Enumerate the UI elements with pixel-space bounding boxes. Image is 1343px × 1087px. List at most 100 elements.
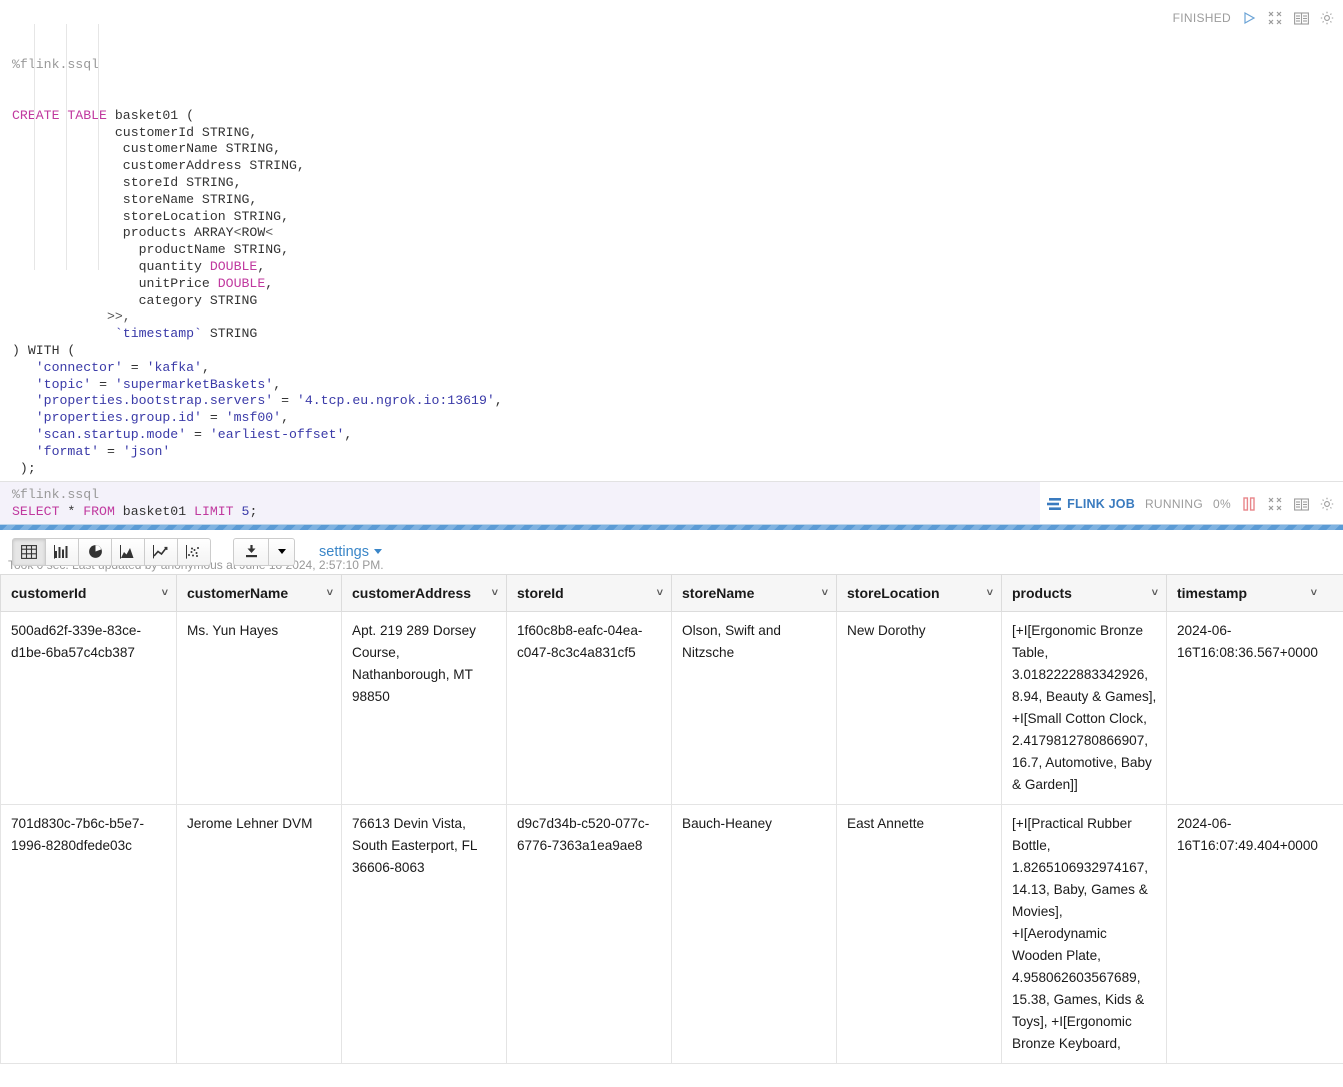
column-header-timestamp[interactable]: timestamp ˅ — [1166, 573, 1343, 612]
pie-chart-view-button[interactable] — [78, 537, 112, 566]
column-label: customerId — [11, 584, 87, 601]
code-token: 'msf00' — [225, 410, 282, 426]
pause-icon[interactable] — [1241, 496, 1257, 512]
cell-customeraddress[interactable]: Apt. 219 289 Dorsey Course, Nathanboroug… — [341, 611, 507, 805]
chevron-down-icon[interactable]: ˅ — [657, 587, 663, 599]
code-token: basket01 ( — [106, 107, 195, 123]
job-progress: 0% — [1213, 497, 1231, 511]
cell-storeid[interactable]: 1f60c8b8-eafc-04ea-c047-8c3c4a831cf5 — [506, 611, 672, 805]
code-token: SELECT — [12, 503, 60, 519]
code-token: , — [257, 258, 266, 274]
cell-customername[interactable]: Jerome Lehner DVM — [176, 804, 342, 1064]
flink-job-label: FLINK JOB — [1067, 497, 1135, 511]
code-token: , — [273, 376, 282, 392]
code-line: 'connector' = 'kafka', — [12, 360, 1343, 377]
cell-customername[interactable]: Ms. Yun Hayes — [176, 611, 342, 805]
table-header-row: customerId ˅ customerName ˅ customerAddres… — [0, 573, 1343, 612]
code-token: , — [265, 275, 274, 291]
code-token: = — [91, 376, 115, 392]
table-row: 701d830c-7b6c-b5e7-1996-8280dfede03c Jero… — [0, 804, 1343, 1064]
column-header-storename[interactable]: storeName ˅ — [671, 573, 837, 612]
code-token: 'earliest-offset' — [209, 426, 345, 442]
code-token: STRING — [201, 326, 258, 342]
bar-chart-view-button[interactable] — [45, 537, 79, 566]
code-token: CREATE TABLE — [12, 107, 107, 123]
line-chart-view-button[interactable] — [144, 537, 178, 566]
chevron-down-icon[interactable]: ˅ — [162, 587, 168, 599]
code-token: 'scan.startup.mode' — [35, 426, 187, 442]
column-header-customerid[interactable]: customerId ˅ — [0, 573, 177, 612]
code-token: 'json' — [122, 443, 171, 459]
cell-storelocation[interactable]: New Dorothy — [836, 611, 1002, 805]
paragraph-1: FINISHED %flink.ssql CREATE TABLE basket… — [0, 0, 1343, 572]
code-token: 'kafka' — [146, 359, 202, 375]
sql-query[interactable]: SELECT * FROM basket01 LIMIT 5; — [12, 504, 1040, 521]
cell-storelocation[interactable]: East Annette — [836, 804, 1002, 1064]
flink-job-icon — [1046, 496, 1062, 512]
cell-customerid[interactable]: 701d830c-7b6c-b5e7-1996-8280dfede03c — [0, 804, 177, 1064]
cell-products[interactable]: [+I[Ergonomic Bronze Table, 3.0182222883… — [1001, 611, 1167, 805]
column-header-customername[interactable]: customerName ˅ — [176, 573, 342, 612]
column-label: timestamp — [1177, 584, 1248, 601]
code-token: storeLocation STRING, — [12, 208, 289, 224]
chevron-down-icon[interactable]: ˅ — [822, 587, 828, 599]
code-token: , — [281, 410, 290, 426]
paragraph-1-editor[interactable]: %flink.ssql CREATE TABLE basket01 ( cust… — [0, 0, 1343, 511]
cell-customeraddress[interactable]: 76613 Devin Vista, South Easterport, FL … — [341, 804, 507, 1064]
chevron-down-icon[interactable]: ˅ — [1152, 587, 1158, 599]
code-token: DOUBLE — [209, 258, 258, 274]
download-caret-button[interactable] — [269, 537, 295, 566]
download-button[interactable] — [233, 537, 269, 566]
cell-timestamp[interactable]: 2024-06-16T16:07:49.404+0000 — [1166, 804, 1343, 1064]
code-token: basket01 — [114, 503, 195, 519]
chevron-down-icon[interactable]: ˅ — [1311, 587, 1317, 599]
code-token: = — [273, 393, 297, 409]
collapse-icon[interactable] — [1267, 496, 1283, 512]
code-token: 'format' — [35, 443, 100, 459]
code-line: category STRING — [12, 293, 1343, 310]
gear-icon[interactable] — [1319, 496, 1335, 512]
sql-code[interactable]: CREATE TABLE basket01 ( customerId STRIN… — [12, 108, 1343, 478]
column-header-products[interactable]: products ˅ — [1001, 573, 1167, 612]
code-token: `timestamp` — [114, 326, 202, 342]
flink-job-link[interactable]: FLINK JOB — [1046, 496, 1135, 512]
column-label: storeName — [682, 584, 755, 601]
chevron-down-icon[interactable]: ˅ — [987, 587, 993, 599]
code-token: >>, — [106, 309, 131, 325]
code-token: = — [201, 410, 226, 426]
chevron-down-icon[interactable]: ˅ — [327, 587, 333, 599]
cell-storename[interactable]: Olson, Swift and Nitzsche — [671, 611, 837, 805]
code-line: CREATE TABLE basket01 ( — [12, 108, 1343, 125]
paragraph-2-status-bar: FLINK JOB RUNNING 0% — [1046, 496, 1335, 512]
cell-products[interactable]: [+I[Practical Rubber Bottle, 1.826510693… — [1001, 804, 1167, 1064]
cell-timestamp[interactable]: 2024-06-16T16:08:36.567+0000 — [1166, 611, 1343, 805]
paragraph-2-editor[interactable]: %flink.ssql SELECT * FROM basket01 LIMIT… — [0, 482, 1040, 524]
paragraph-2: FLINK JOB RUNNING 0% %flink.ssql SELECT … — [0, 482, 1343, 1064]
scatter-chart-view-button[interactable] — [177, 537, 211, 566]
code-line: 'format' = 'json' — [12, 444, 1343, 461]
code-token: FROM — [83, 503, 115, 519]
column-header-storeid[interactable]: storeId ˅ — [506, 573, 672, 612]
job-state: RUNNING — [1144, 497, 1204, 511]
table-view-button[interactable] — [12, 537, 46, 566]
cell-storeid[interactable]: d9c7d34b-c520-077c-6776-7363a1ea9ae8 — [506, 804, 672, 1064]
column-header-storelocation[interactable]: storeLocation ˅ — [836, 573, 1002, 612]
area-chart-view-button[interactable] — [111, 537, 145, 566]
code-token: * — [59, 503, 84, 519]
column-header-customeraddress[interactable]: customerAddress ˅ — [341, 573, 507, 612]
code-line: customerName STRING, — [12, 141, 1343, 158]
settings-button[interactable]: settings — [319, 544, 382, 560]
cell-storename[interactable]: Bauch-Heaney — [671, 804, 837, 1064]
code-token: unitPrice — [12, 275, 218, 291]
cell-customerid[interactable]: 500ad62f-339e-83ce-d1be-6ba57c4cb387 — [0, 611, 177, 805]
result-toolbar: settings — [0, 530, 1343, 574]
book-icon[interactable] — [1293, 496, 1309, 512]
chevron-down-icon[interactable]: ˅ — [492, 587, 498, 599]
column-label: customerName — [187, 584, 289, 601]
code-token: 'topic' — [35, 376, 92, 392]
code-line: storeLocation STRING, — [12, 209, 1343, 226]
